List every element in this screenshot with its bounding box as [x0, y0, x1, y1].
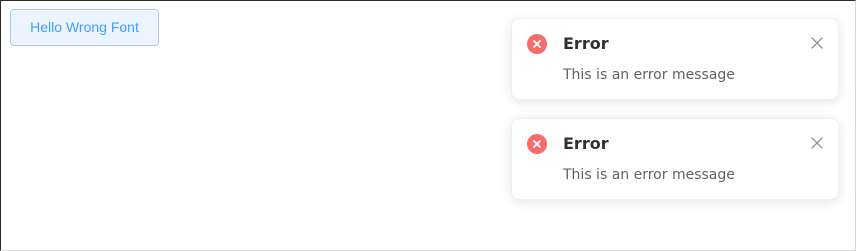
- close-icon[interactable]: [809, 135, 825, 151]
- error-icon: [527, 34, 547, 54]
- notification-message: This is an error message: [563, 167, 735, 183]
- notification-title: Error: [563, 34, 609, 53]
- notification-title: Error: [563, 134, 609, 153]
- hello-wrong-font-button[interactable]: Hello Wrong Font: [10, 9, 159, 46]
- notification-message: This is an error message: [563, 67, 735, 83]
- error-notification: Error This is an error message: [511, 118, 839, 200]
- close-icon[interactable]: [809, 35, 825, 51]
- error-notification: Error This is an error message: [511, 18, 839, 100]
- error-icon: [527, 134, 547, 154]
